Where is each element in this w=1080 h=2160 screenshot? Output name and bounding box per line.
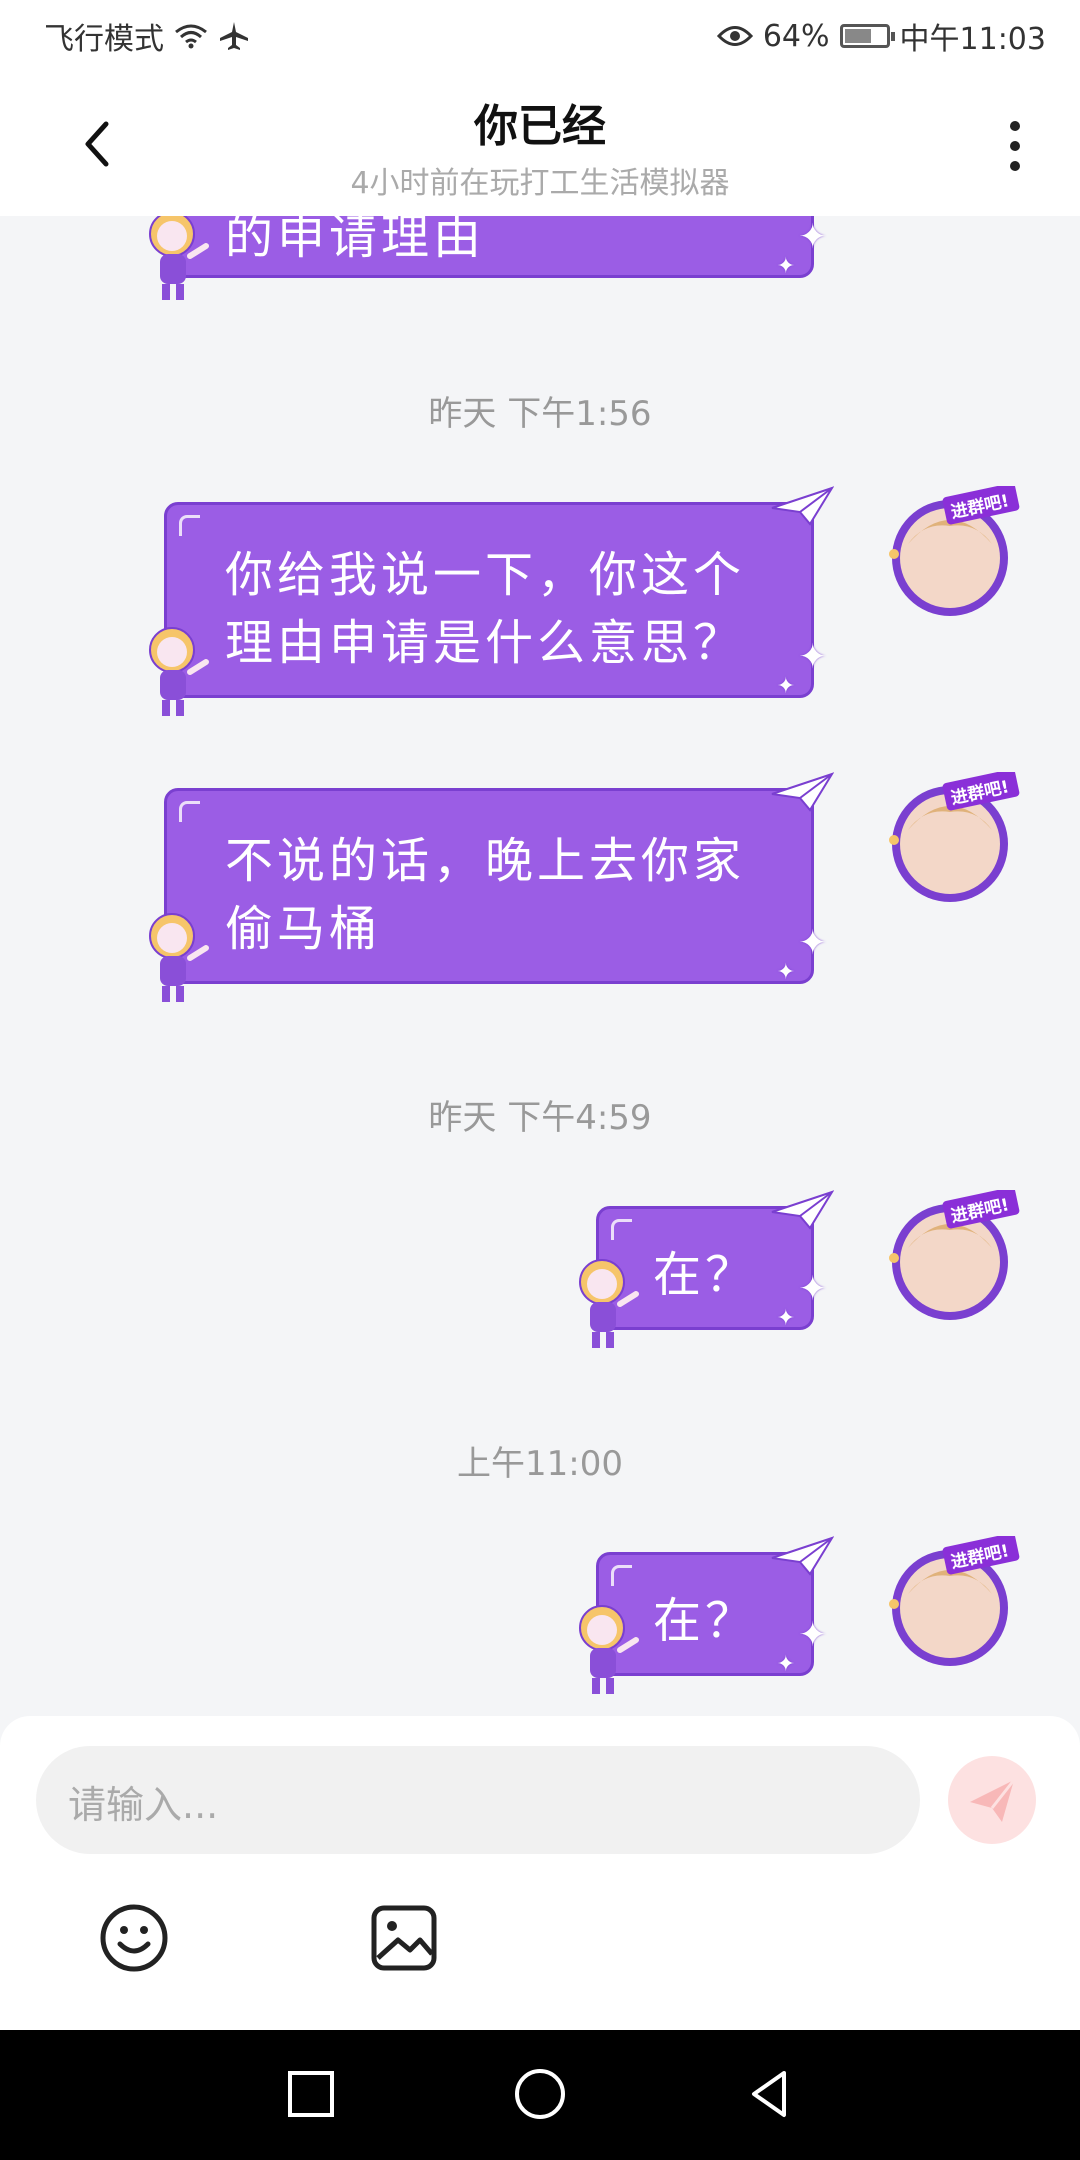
- send-icon: [970, 1779, 1016, 1822]
- message-bubble[interactable]: 你给我说一下，你这个 理由申请是什么意思？ ✦ ✦: [164, 502, 827, 699]
- mascot-sticker-icon: [149, 913, 209, 1002]
- message-bubble[interactable]: 的申请理由 ✦ ✦: [164, 216, 827, 279]
- wifi-icon: [175, 24, 207, 49]
- system-nav-bar: [0, 2030, 1080, 2160]
- status-right: 64% 中午11:03: [716, 14, 1046, 58]
- timestamp: 昨天 下午1:56: [428, 394, 652, 434]
- sparkle-icon: ✦: [776, 1306, 799, 1331]
- chat-subtitle: 4小时前在玩打工生活模拟器: [350, 166, 730, 201]
- chat-header: 你已经 4小时前在玩打工生活模拟器: [0, 72, 1080, 216]
- message-text-line: 偷马桶: [225, 901, 382, 957]
- back-icon[interactable]: [740, 2065, 800, 2125]
- message-bubble[interactable]: 不说的话，晚上去你家 偷马桶 ✦ ✦: [164, 788, 827, 985]
- message-text: 在？: [652, 1593, 757, 1649]
- paper-plane-icon: [771, 1190, 834, 1230]
- emoji-icon[interactable]: [98, 1902, 170, 1974]
- sparkle-icon: ✦: [798, 1615, 831, 1655]
- message-text: 在？: [652, 1247, 757, 1303]
- composer: 请输入...: [0, 1716, 1080, 2030]
- message-text-line: 不说的话，晚上去你家: [225, 833, 746, 889]
- message-list[interactable]: 的申请理由 ✦ ✦ 昨天 下午1:56 你给我说一下，你这个 理由申请是什么意思…: [0, 216, 1080, 1716]
- chat-title: 你已经: [474, 101, 606, 152]
- timestamp: 上午11:00: [457, 1444, 623, 1484]
- recents-icon[interactable]: [280, 2065, 340, 2125]
- user-avatar[interactable]: 进群吧!: [880, 486, 1020, 626]
- sparkle-icon: ✦: [776, 674, 799, 699]
- message-input-placeholder: 请输入...: [68, 1783, 219, 1827]
- airplane-icon: [220, 22, 248, 50]
- status-bar: 飞行模式 64% 中午11:03: [0, 0, 1080, 72]
- home-icon[interactable]: [510, 2065, 570, 2125]
- user-avatar[interactable]: 进群吧!: [880, 1536, 1020, 1676]
- timestamp: 昨天 下午4:59: [428, 1098, 652, 1138]
- image-icon[interactable]: [368, 1902, 440, 1974]
- battery-icon: [839, 24, 895, 48]
- message-text-line: 你给我说一下，你这个: [225, 547, 746, 603]
- send-button[interactable]: [948, 1756, 1036, 1844]
- sparkle-icon: ✦: [798, 1269, 831, 1309]
- sparkle-icon: ✦: [776, 960, 799, 985]
- airplane-mode-label: 飞行模式: [44, 22, 164, 57]
- mascot-sticker-icon: [149, 627, 209, 716]
- sparkle-icon: ✦: [776, 254, 799, 279]
- eye-comfort-icon: [716, 26, 753, 46]
- message-text: 的申请理由: [225, 216, 486, 265]
- mascot-sticker-icon: [579, 1259, 639, 1348]
- message-text-line: 理由申请是什么意思？: [225, 615, 746, 671]
- user-avatar[interactable]: 进群吧!: [880, 772, 1020, 912]
- battery-percent: 64%: [762, 18, 830, 54]
- sparkle-icon: ✦: [798, 217, 831, 257]
- message-input[interactable]: 请输入...: [36, 1746, 920, 1854]
- paper-plane-icon: [771, 1536, 834, 1576]
- sparkle-icon: ✦: [798, 923, 831, 963]
- mascot-sticker-icon: [579, 1605, 639, 1694]
- sparkle-icon: ✦: [776, 1652, 799, 1677]
- paper-plane-icon: [771, 772, 834, 812]
- more-options-icon[interactable]: [1000, 116, 1030, 176]
- clock: 中午11:03: [899, 22, 1046, 57]
- status-left: 飞行模式: [44, 14, 250, 58]
- sparkle-icon: ✦: [798, 637, 831, 677]
- user-avatar[interactable]: 进群吧!: [880, 1190, 1020, 1330]
- paper-plane-icon: [771, 486, 834, 526]
- mascot-sticker-icon: [149, 216, 209, 300]
